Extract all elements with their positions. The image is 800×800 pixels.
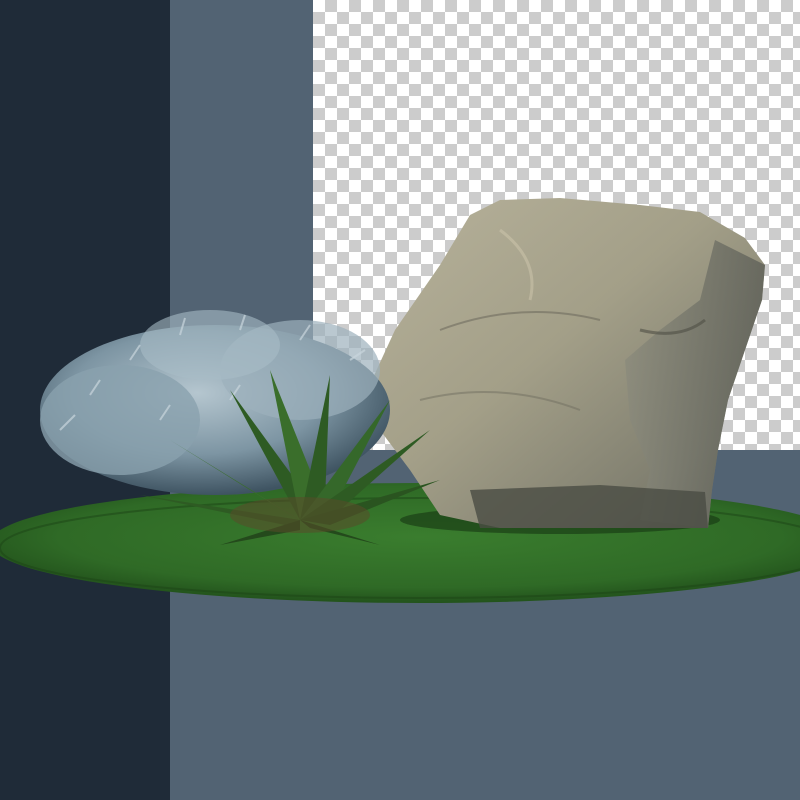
canvas <box>0 0 800 800</box>
rock <box>372 198 765 528</box>
garden-scene <box>0 198 800 603</box>
silver-shrub <box>40 310 390 495</box>
